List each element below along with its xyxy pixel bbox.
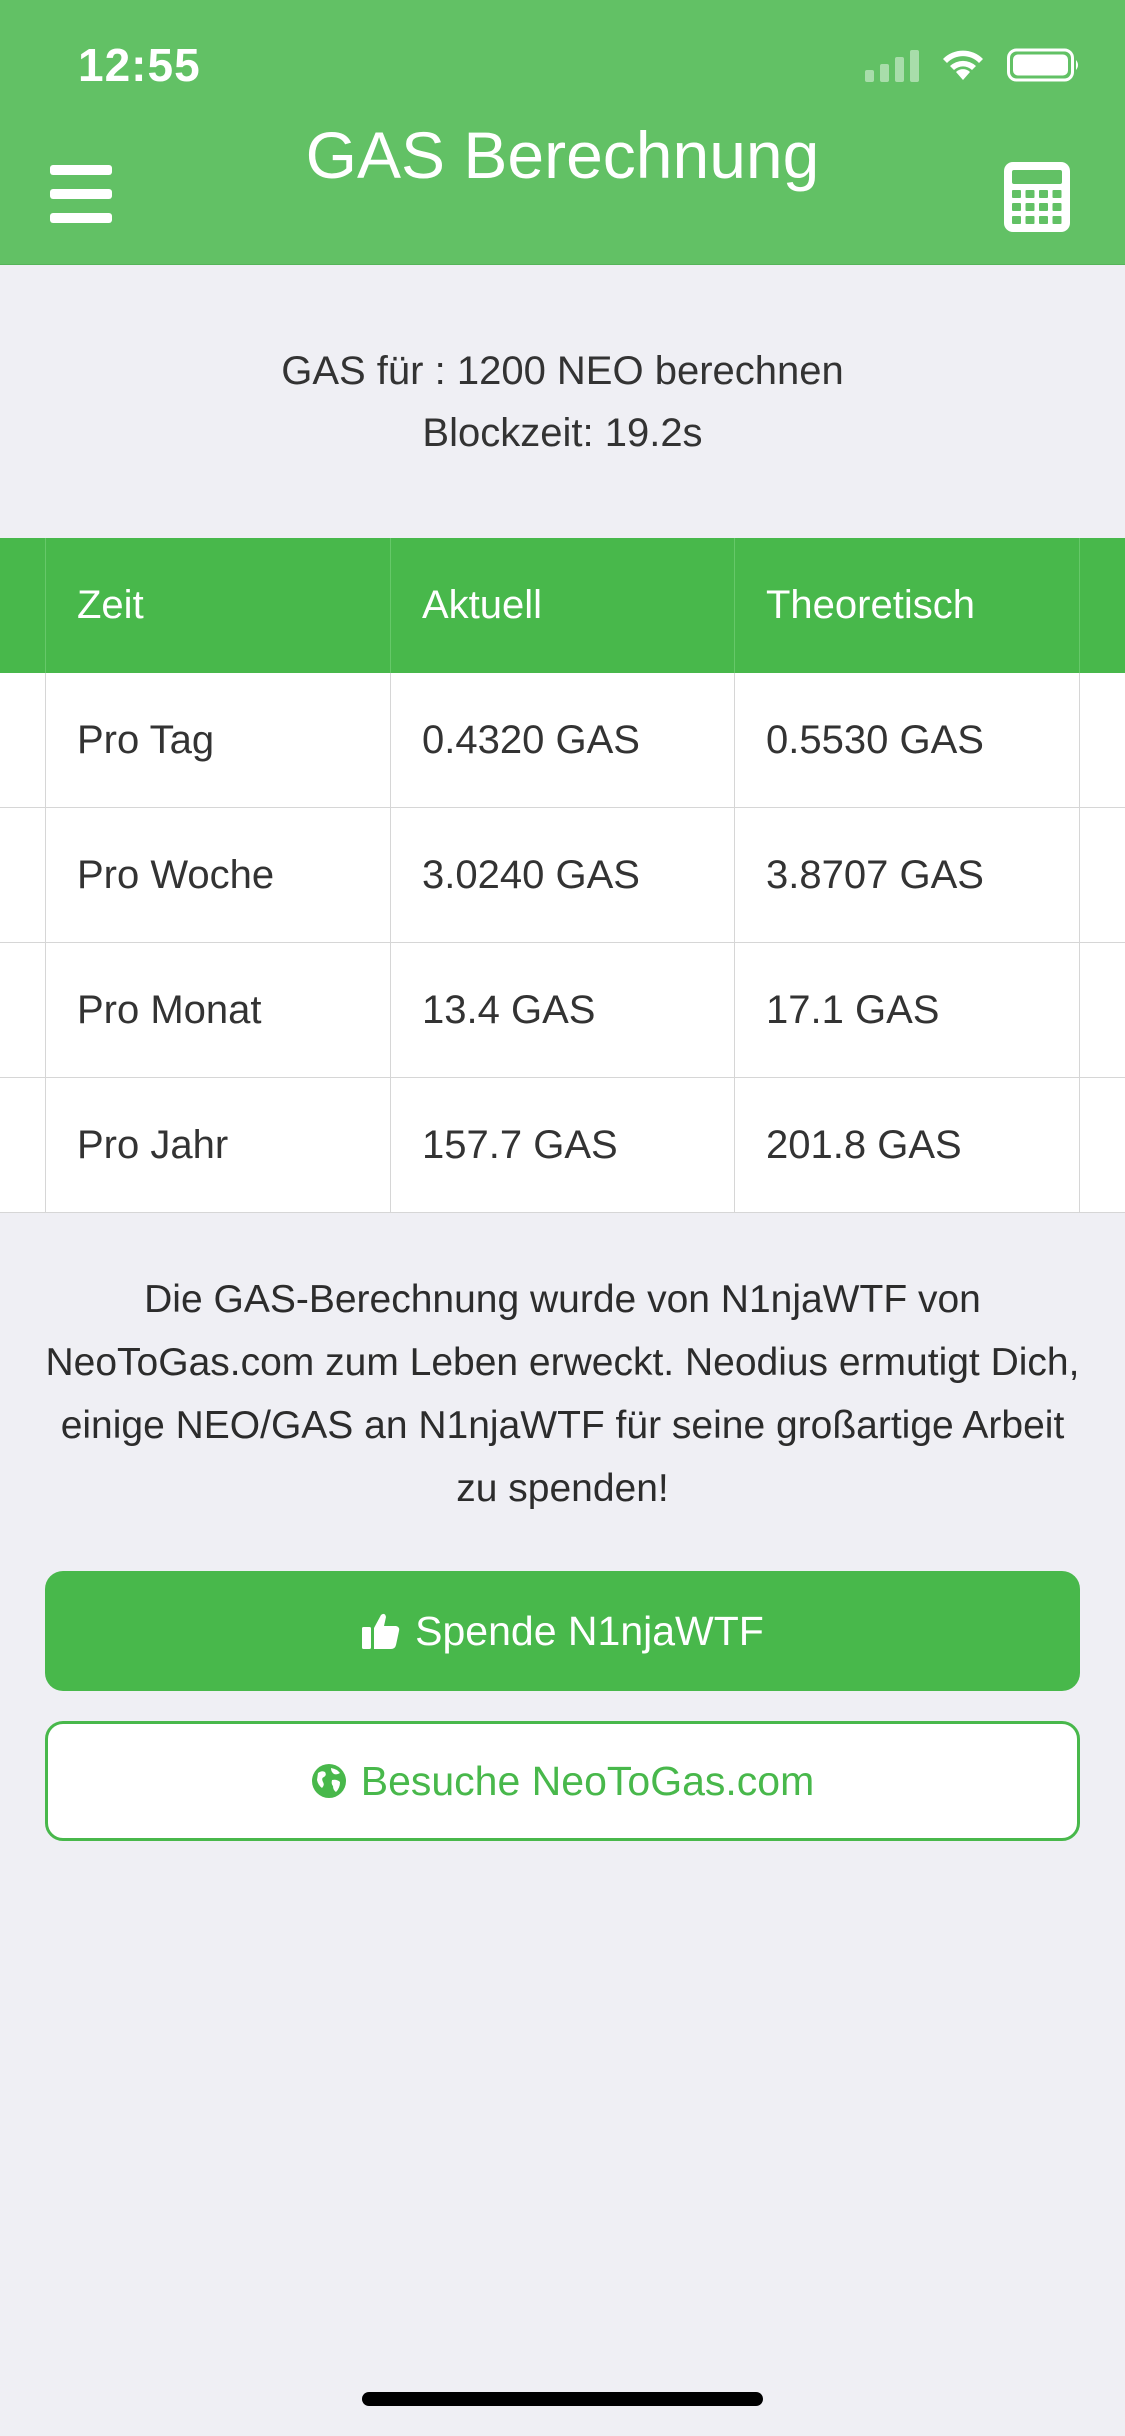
- donate-button[interactable]: Spende N1njaWTF: [45, 1571, 1080, 1691]
- table-header-row: Zeit Aktuell Theoretisch: [0, 538, 1125, 673]
- row-theoretisch: 17.1 GAS: [734, 943, 1079, 1077]
- visit-website-button[interactable]: Besuche NeoToGas.com: [45, 1721, 1080, 1841]
- table-row: Pro Tag 0.4320 GAS 0.5530 GAS: [0, 673, 1125, 808]
- row-theoretisch: 3.8707 GAS: [734, 808, 1079, 942]
- row-aktuell: 3.0240 GAS: [390, 808, 734, 942]
- row-label: Pro Monat: [45, 943, 390, 1077]
- header-aktuell: Aktuell: [390, 538, 734, 673]
- gas-table[interactable]: Zeit Aktuell Theoretisch Pro Tag 0.4320 …: [0, 538, 1125, 1213]
- row-extra: [1079, 808, 1125, 942]
- row-theoretisch: 201.8 GAS: [734, 1078, 1079, 1212]
- navigation-bar: 12:55 GAS Berechnung: [0, 0, 1125, 265]
- row-extra: [1079, 1078, 1125, 1212]
- table-row: Pro Jahr 157.7 GAS 201.8 GAS: [0, 1078, 1125, 1213]
- status-time: 12:55: [78, 39, 201, 91]
- cellular-signal-icon: [865, 48, 919, 82]
- table-row: Pro Woche 3.0240 GAS 3.8707 GAS: [0, 808, 1125, 943]
- header-zeit: Zeit: [45, 538, 390, 673]
- header-theoretisch: Theoretisch: [734, 538, 1079, 673]
- home-indicator: [362, 2392, 763, 2406]
- row-extra: [1079, 673, 1125, 807]
- battery-icon: [1007, 48, 1078, 82]
- row-theoretisch: 0.5530 GAS: [734, 673, 1079, 807]
- row-label: Pro Woche: [45, 808, 390, 942]
- row-aktuell: 0.4320 GAS: [390, 673, 734, 807]
- row-aktuell: 157.7 GAS: [390, 1078, 734, 1212]
- wifi-icon: [943, 50, 983, 80]
- row-label: Pro Jahr: [45, 1078, 390, 1212]
- block-time-text: Blockzeit: 19.2s: [422, 411, 703, 455]
- donate-label: Spende N1njaWTF: [415, 1607, 764, 1654]
- row-label: Pro Tag: [45, 673, 390, 807]
- header-extra: [1079, 538, 1125, 673]
- status-icons: [865, 48, 1081, 82]
- thumbs-up-icon: [362, 1613, 400, 1649]
- calculator-icon: [1004, 162, 1070, 232]
- visit-label: Besuche NeoToGas.com: [360, 1757, 815, 1804]
- neo-amount-text: GAS für : 1200 NEO berechnen: [281, 349, 844, 393]
- calculation-info: GAS für : 1200 NEO berechnen Blockzeit: …: [0, 340, 1125, 464]
- credit-text: Die GAS-Berechnung wurde von N1njaWTF vo…: [45, 1278, 1080, 1510]
- row-extra: [1079, 943, 1125, 1077]
- globe-icon: [311, 1764, 346, 1798]
- row-aktuell: 13.4 GAS: [390, 943, 734, 1077]
- table-row: Pro Monat 13.4 GAS 17.1 GAS: [0, 943, 1125, 1078]
- page-title: GAS Berechnung: [305, 118, 820, 192]
- calculator-button[interactable]: [1002, 160, 1072, 234]
